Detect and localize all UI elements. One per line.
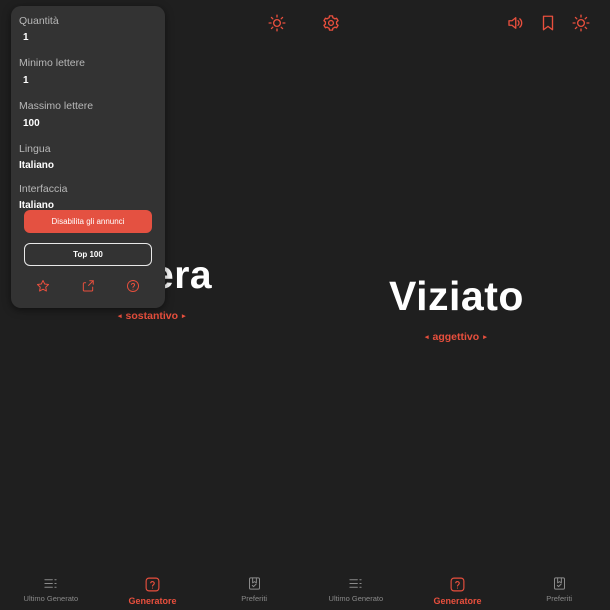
min-letters-field[interactable]: 1 bbox=[19, 74, 157, 87]
top100-button[interactable]: Top 100 bbox=[24, 243, 152, 266]
gear-icon[interactable] bbox=[320, 12, 342, 34]
part-of-speech-label: aggettivo bbox=[432, 331, 480, 343]
question-icon bbox=[145, 577, 160, 592]
nav-item-generator[interactable]: Generatore bbox=[102, 572, 204, 610]
sun-icon[interactable] bbox=[266, 12, 288, 34]
settings-popup: Quantità 1 Minimo lettere 1 Massimo lett… bbox=[11, 6, 165, 308]
generated-word[interactable]: Viziato bbox=[389, 273, 524, 320]
share-icon[interactable] bbox=[79, 277, 97, 295]
part-of-speech: ◂ aggettivo ▸ bbox=[425, 331, 487, 343]
help-icon[interactable] bbox=[124, 277, 142, 295]
max-letters-field[interactable]: 100 bbox=[19, 117, 157, 130]
bookmark-check-icon bbox=[553, 577, 565, 590]
nav-label: Preferiti bbox=[241, 594, 268, 603]
triangle-right-icon: ▸ bbox=[182, 313, 186, 320]
interface-label: Interfaccia bbox=[19, 183, 68, 195]
sun-icon[interactable] bbox=[570, 12, 592, 34]
nav-label: Generatore bbox=[128, 596, 177, 606]
nav-item-generator[interactable]: Generatore bbox=[407, 572, 509, 610]
nav-label: Generatore bbox=[433, 596, 482, 606]
disable-ads-button[interactable]: Disabilita gli annunci bbox=[24, 210, 152, 233]
max-letters-label: Massimo lettere bbox=[19, 100, 94, 112]
speaker-icon[interactable] bbox=[504, 12, 526, 34]
language-label: Lingua bbox=[19, 143, 51, 155]
triangle-left-icon: ◂ bbox=[118, 313, 122, 320]
bookmark-check-icon bbox=[248, 577, 260, 590]
list-icon bbox=[44, 579, 57, 588]
min-letters-label: Minimo lettere bbox=[19, 57, 85, 69]
star-icon[interactable] bbox=[34, 277, 52, 295]
nav-label: Ultimo Generato bbox=[23, 594, 79, 603]
part-of-speech-label: sostantivo bbox=[125, 310, 179, 322]
triangle-right-icon: ▸ bbox=[483, 334, 487, 341]
triangle-left-icon: ◂ bbox=[425, 334, 429, 341]
nav-label: Ultimo Generato bbox=[328, 594, 384, 603]
question-icon bbox=[450, 577, 465, 592]
part-of-speech: ◂ sostantivo ▸ bbox=[118, 310, 186, 322]
nav-item-favorites[interactable]: Preferiti bbox=[508, 572, 610, 610]
language-select[interactable]: Italiano bbox=[19, 159, 157, 172]
nav-item-favorites[interactable]: Preferiti bbox=[203, 572, 305, 610]
left-screen: era ◂ sostantivo ▸ Quantità 1 Minimo let… bbox=[0, 0, 305, 610]
nav-item-last-generated[interactable]: Ultimo Generato bbox=[305, 572, 407, 610]
nav-label: Preferiti bbox=[546, 594, 573, 603]
nav-item-last-generated[interactable]: Ultimo Generato bbox=[0, 572, 102, 610]
bottom-nav: Ultimo Generato Generatore Preferiti bbox=[305, 572, 610, 610]
right-screen: Viziato ◂ aggettivo ▸ Ultimo Generato Ge… bbox=[305, 0, 610, 610]
popup-actions bbox=[11, 277, 165, 295]
bottom-nav: Ultimo Generato Generatore Preferiti bbox=[0, 572, 305, 610]
list-icon bbox=[349, 579, 362, 588]
quantity-field[interactable]: 1 bbox=[19, 31, 157, 44]
quantity-label: Quantità bbox=[19, 15, 59, 27]
bookmark-icon[interactable] bbox=[537, 12, 559, 34]
